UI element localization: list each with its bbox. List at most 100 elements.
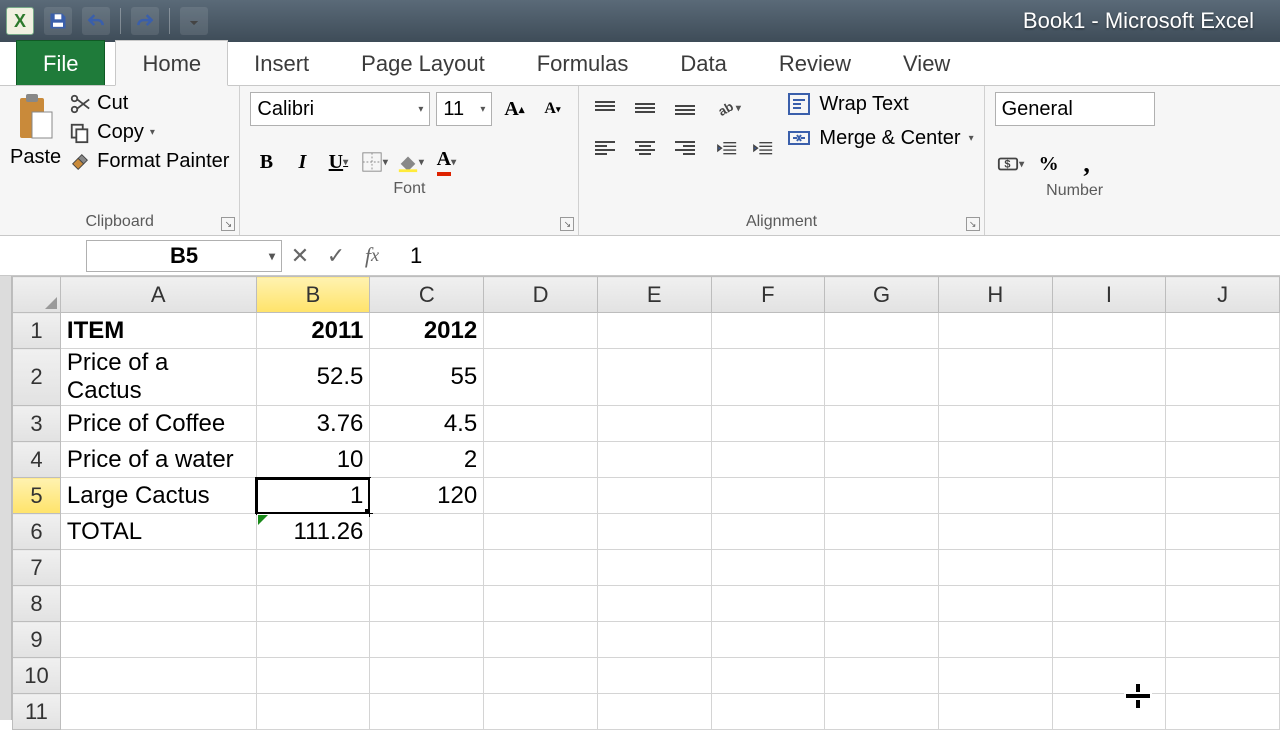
- alignment-launcher[interactable]: ↘: [966, 217, 980, 231]
- cell[interactable]: [256, 550, 370, 586]
- cell[interactable]: [597, 313, 711, 349]
- cell[interactable]: 3.76: [256, 406, 370, 442]
- column-header[interactable]: D: [484, 277, 598, 313]
- align-top-button[interactable]: [589, 92, 621, 124]
- cell[interactable]: [1166, 622, 1280, 658]
- column-header[interactable]: C: [370, 277, 484, 313]
- column-header[interactable]: H: [938, 277, 1052, 313]
- tab-data[interactable]: Data: [654, 41, 752, 85]
- format-painter-button[interactable]: Format Painter: [69, 150, 229, 173]
- font-launcher[interactable]: ↘: [560, 217, 574, 231]
- column-header[interactable]: A: [60, 277, 256, 313]
- cell[interactable]: [825, 313, 939, 349]
- formula-input[interactable]: 1: [390, 240, 1280, 272]
- italic-button[interactable]: I: [286, 146, 318, 178]
- cell[interactable]: [597, 694, 711, 730]
- cell[interactable]: [597, 658, 711, 694]
- cell[interactable]: [1052, 478, 1166, 514]
- cell[interactable]: [825, 658, 939, 694]
- cell[interactable]: [484, 622, 598, 658]
- cell[interactable]: [1052, 406, 1166, 442]
- cancel-edit-button[interactable]: ✕: [282, 240, 318, 272]
- cell[interactable]: [597, 622, 711, 658]
- cell[interactable]: [484, 349, 598, 406]
- cut-button[interactable]: Cut: [69, 92, 229, 115]
- cell[interactable]: [711, 694, 825, 730]
- cell[interactable]: [825, 442, 939, 478]
- tab-home[interactable]: Home: [115, 40, 228, 86]
- select-all-corner[interactable]: [12, 277, 60, 313]
- column-header[interactable]: F: [711, 277, 825, 313]
- cell[interactable]: [1166, 442, 1280, 478]
- cell[interactable]: [1052, 442, 1166, 478]
- cell[interactable]: [1166, 349, 1280, 406]
- cell[interactable]: [1052, 313, 1166, 349]
- grow-font-button[interactable]: A▴: [498, 93, 530, 125]
- tab-file[interactable]: File: [16, 40, 105, 85]
- cell[interactable]: [484, 406, 598, 442]
- cell[interactable]: 111.26: [256, 514, 370, 550]
- copy-button[interactable]: Copy ▾: [69, 121, 229, 144]
- cell[interactable]: [370, 586, 484, 622]
- cell[interactable]: [484, 550, 598, 586]
- number-format-dropdown[interactable]: General: [995, 92, 1155, 126]
- bold-button[interactable]: B: [250, 146, 282, 178]
- cell[interactable]: [1166, 586, 1280, 622]
- cell[interactable]: ITEM: [60, 313, 256, 349]
- cell[interactable]: TOTAL: [60, 514, 256, 550]
- column-header[interactable]: G: [825, 277, 939, 313]
- cell[interactable]: [938, 622, 1052, 658]
- merge-center-button[interactable]: Merge & Center ▾: [787, 126, 973, 150]
- row-header[interactable]: 2: [12, 349, 60, 406]
- qat-customize-button[interactable]: [180, 7, 208, 35]
- cell[interactable]: 120: [370, 478, 484, 514]
- wrap-text-button[interactable]: Wrap Text: [787, 92, 973, 116]
- cell[interactable]: [1166, 514, 1280, 550]
- paste-button[interactable]: Paste: [10, 92, 61, 169]
- cell[interactable]: [256, 658, 370, 694]
- shrink-font-button[interactable]: A▾: [536, 93, 568, 125]
- cell[interactable]: [711, 349, 825, 406]
- cell[interactable]: [370, 658, 484, 694]
- cell[interactable]: [711, 586, 825, 622]
- align-center-button[interactable]: [629, 132, 661, 164]
- cell[interactable]: [256, 622, 370, 658]
- cell[interactable]: [1166, 406, 1280, 442]
- cell[interactable]: 55: [370, 349, 484, 406]
- tab-formulas[interactable]: Formulas: [511, 41, 655, 85]
- redo-button[interactable]: [131, 7, 159, 35]
- cell[interactable]: [484, 478, 598, 514]
- cell[interactable]: [711, 550, 825, 586]
- fill-color-button[interactable]: ▾: [394, 146, 426, 178]
- cell[interactable]: [484, 658, 598, 694]
- cell[interactable]: [370, 550, 484, 586]
- insert-function-button[interactable]: fx: [354, 240, 390, 272]
- cell[interactable]: [938, 313, 1052, 349]
- align-middle-button[interactable]: [629, 92, 661, 124]
- cell[interactable]: [825, 694, 939, 730]
- tab-page-layout[interactable]: Page Layout: [335, 41, 511, 85]
- cell[interactable]: [256, 586, 370, 622]
- cell[interactable]: [825, 514, 939, 550]
- excel-app-icon[interactable]: X: [6, 7, 34, 35]
- font-color-button[interactable]: A▾: [430, 146, 462, 178]
- tab-review[interactable]: Review: [753, 41, 877, 85]
- cell-grid[interactable]: ABCDEFGHIJ 1ITEM201120122Price of a Cact…: [12, 276, 1280, 730]
- column-header[interactable]: B: [256, 277, 370, 313]
- cell[interactable]: [597, 514, 711, 550]
- cell[interactable]: [938, 514, 1052, 550]
- cell[interactable]: [484, 313, 598, 349]
- cell[interactable]: [1166, 478, 1280, 514]
- tab-view[interactable]: View: [877, 41, 976, 85]
- column-header[interactable]: I: [1052, 277, 1166, 313]
- cell[interactable]: [484, 514, 598, 550]
- tab-insert[interactable]: Insert: [228, 41, 335, 85]
- clipboard-launcher[interactable]: ↘: [221, 217, 235, 231]
- row-header[interactable]: 7: [12, 550, 60, 586]
- cell[interactable]: [597, 349, 711, 406]
- cell[interactable]: [1166, 313, 1280, 349]
- row-header[interactable]: 3: [12, 406, 60, 442]
- cell[interactable]: [711, 622, 825, 658]
- cell[interactable]: [1052, 349, 1166, 406]
- increase-indent-button[interactable]: [747, 134, 779, 166]
